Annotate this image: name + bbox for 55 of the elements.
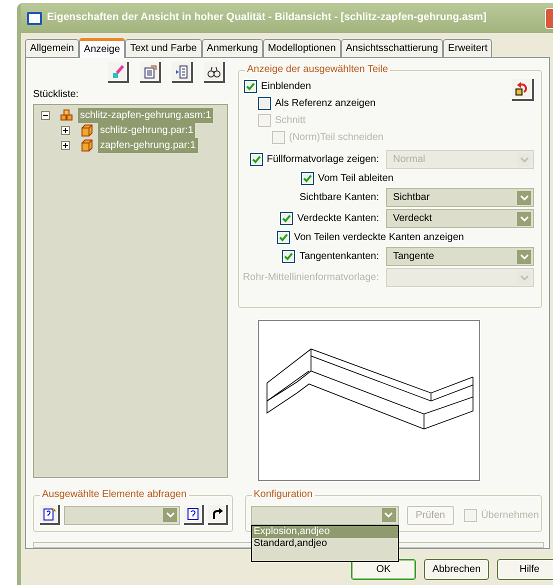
assembly-icon [60, 108, 74, 122]
properties-icon[interactable] [140, 62, 161, 83]
tab[interactable]: Anmerkung [202, 39, 263, 57]
configuration-dropdown[interactable] [250, 506, 399, 524]
expand-icon[interactable] [61, 141, 70, 150]
tab[interactable]: Erweitert [443, 39, 492, 57]
dropdown[interactable]: Verdeckt [386, 209, 534, 228]
checkbox-label: Übernehmen [481, 508, 539, 522]
binoculars-icon[interactable] [204, 62, 225, 83]
part-icon [80, 138, 94, 152]
field-label: Verdeckte Kanten: [297, 212, 379, 226]
field-label: Füllformatvorlage zeigen: [266, 153, 379, 167]
list-icon[interactable] [172, 62, 193, 83]
tab[interactable]: Ansichtsschattierung [340, 39, 444, 57]
group-title: Ausgewählte Elemente abfragen [40, 489, 189, 501]
collapse-icon[interactable] [41, 111, 50, 120]
dropdown[interactable]: Sichtbar [386, 188, 534, 207]
tab[interactable]: Anzeige [78, 38, 126, 58]
part-icon [80, 124, 94, 138]
redo-arrow-icon [211, 508, 223, 520]
checkbox[interactable] [280, 212, 294, 225]
checkbox-label: Schnitt [275, 114, 306, 128]
help-icon-button[interactable] [184, 505, 204, 525]
redo-icon-button[interactable] [208, 505, 228, 525]
dialog-button[interactable]: Abbrechen [424, 559, 489, 580]
checkbox-label: Einblenden [261, 80, 312, 94]
window-icon [27, 12, 42, 24]
checkbox[interactable] [244, 80, 257, 93]
checkbox[interactable] [258, 97, 271, 110]
field-label: Tangentenkanten: [299, 250, 379, 264]
expand-icon[interactable] [61, 126, 70, 135]
brush-icon[interactable] [108, 62, 129, 83]
checkbox[interactable] [282, 250, 296, 263]
tab[interactable]: Modelloptionen [262, 39, 341, 57]
tab[interactable]: Text und Farbe [125, 39, 202, 57]
checkbox-label: Von Teilen verdeckte Kanten anzeigen [294, 231, 464, 245]
checkbox-label: Als Referenz anzeigen [275, 97, 376, 111]
tab[interactable]: Allgemein [25, 39, 79, 57]
field-label: Sichtbare Kanten: [300, 191, 379, 205]
checkbox-label: (Norm)Teil schneiden [289, 131, 384, 145]
group-title: Anzeige der ausgewählten Teile [245, 64, 390, 76]
help-icon [187, 508, 199, 520]
dropdown-option[interactable]: Standard,andjeo [252, 538, 398, 550]
field-label: Rohr-Mittellinienformatvorlage: [242, 271, 379, 285]
query-icon-button[interactable] [40, 505, 60, 525]
undo-icon [514, 81, 530, 97]
checkbox-label: Vom Teil ableiten [318, 172, 394, 186]
reset-button[interactable] [512, 79, 534, 101]
field-label: Stückliste: [33, 88, 80, 102]
group-title: Konfiguration [252, 489, 315, 501]
window-title: Eigenschaften der Ansicht in hoher Qualität - Bildansicht - [schlitz-zapfen-gehrung.asm] [47, 10, 486, 26]
dialog-button[interactable]: Hilfe [497, 559, 553, 580]
checkbox[interactable] [277, 231, 290, 244]
help-sparkle-icon [42, 508, 56, 520]
dropdown[interactable]: Tangente [386, 247, 534, 266]
